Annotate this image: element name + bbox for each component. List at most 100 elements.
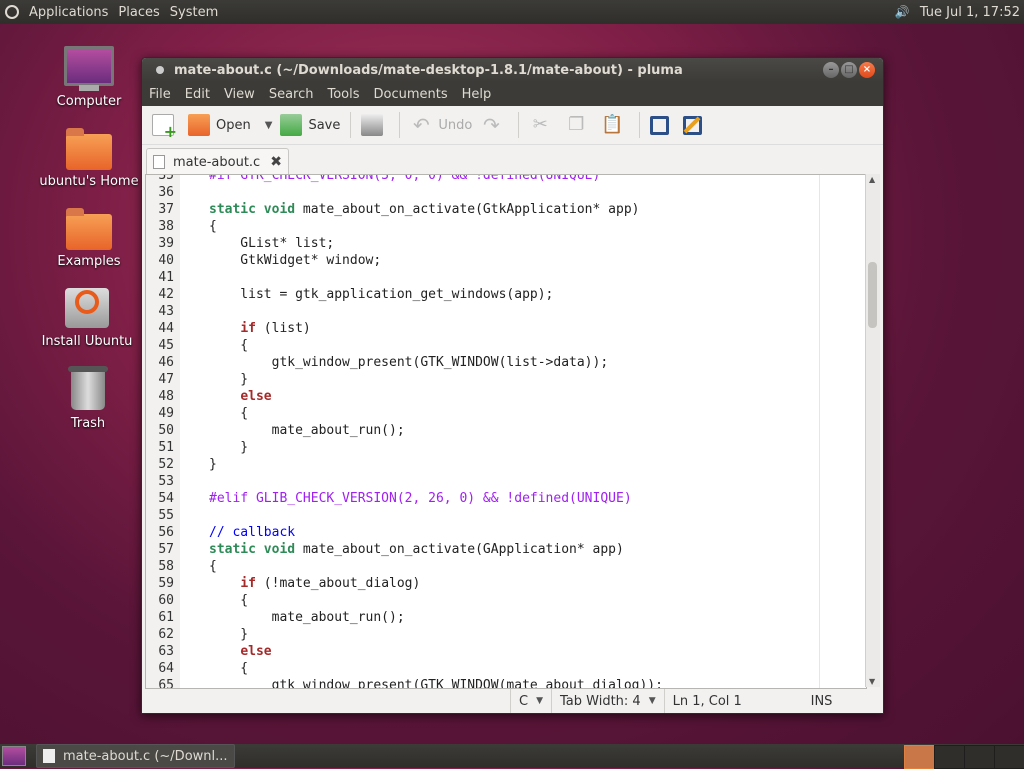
clock[interactable]: Tue Jul 1, 17:52: [920, 5, 1024, 20]
copy-button[interactable]: ❐: [561, 109, 597, 141]
code-line[interactable]: 40 GtkWidget* window;: [146, 252, 663, 269]
taskbar-item-pluma[interactable]: mate-about.c (~/Downl...: [36, 744, 235, 768]
find-button[interactable]: [646, 109, 679, 141]
line-text[interactable]: if (!mate_about_dialog): [174, 575, 420, 592]
redo-button[interactable]: ↷: [476, 109, 512, 141]
line-text[interactable]: #elif GLIB_CHECK_VERSION(2, 26, 0) && !d…: [174, 490, 632, 507]
code-line[interactable]: 60 {: [146, 592, 663, 609]
scroll-up-icon[interactable]: ▲: [869, 175, 875, 184]
line-text[interactable]: gtk_window_present(GTK_WINDOW(list->data…: [174, 354, 609, 371]
vertical-scrollbar[interactable]: ▲ ▼: [865, 174, 880, 687]
menu-places[interactable]: Places: [113, 5, 164, 20]
code-line[interactable]: 63 else: [146, 643, 663, 660]
code-line[interactable]: 43: [146, 303, 663, 320]
menu-system[interactable]: System: [165, 5, 223, 20]
line-text[interactable]: else: [174, 643, 271, 660]
volume-icon[interactable]: 🔊: [895, 5, 910, 19]
code-line[interactable]: 51 }: [146, 439, 663, 456]
line-text[interactable]: gtk_window_present(GTK_WINDOW(mate_about…: [174, 677, 663, 688]
code-line[interactable]: 54 #elif GLIB_CHECK_VERSION(2, 26, 0) && …: [146, 490, 663, 507]
code-line[interactable]: 37 static void mate_about_on_activate(Gtk…: [146, 201, 663, 218]
cut-button[interactable]: ✂: [525, 109, 561, 141]
code-line[interactable]: 56// callback: [146, 524, 663, 541]
window-menu-icon[interactable]: [156, 66, 164, 74]
maximize-button[interactable]: □: [841, 62, 857, 78]
code-line[interactable]: 46 gtk_window_present(GTK_WINDOW(list->d…: [146, 354, 663, 371]
code-text[interactable]: 35 #if GTK_CHECK_VERSION(3, 0, 0) && !def…: [146, 175, 663, 688]
code-line[interactable]: 42 list = gtk_application_get_windows(ap…: [146, 286, 663, 303]
close-button[interactable]: ×: [859, 62, 875, 78]
paste-button[interactable]: 📋: [597, 109, 633, 141]
line-text[interactable]: [174, 269, 209, 286]
line-text[interactable]: mate_about_run();: [174, 422, 405, 439]
line-text[interactable]: }: [174, 371, 248, 388]
desktop-icon-home[interactable]: ubuntu's Home: [39, 128, 139, 189]
code-editor[interactable]: 35 #if GTK_CHECK_VERSION(3, 0, 0) && !def…: [145, 174, 867, 689]
code-line[interactable]: 65 gtk_window_present(GTK_WINDOW(mate_ab…: [146, 677, 663, 688]
workspace-1[interactable]: [904, 745, 937, 769]
line-text[interactable]: }: [174, 456, 217, 473]
show-desktop-button[interactable]: [2, 746, 26, 766]
tab-mate-about-c[interactable]: mate-about.c ✖: [146, 148, 289, 175]
code-line[interactable]: 49 {: [146, 405, 663, 422]
line-text[interactable]: {: [174, 660, 248, 677]
code-line[interactable]: 44 if (list): [146, 320, 663, 337]
open-button[interactable]: Open: [184, 109, 255, 141]
code-line[interactable]: 57 static void mate_about_on_activate(GAp…: [146, 541, 663, 558]
workspace-3[interactable]: [964, 745, 997, 769]
scroll-down-icon[interactable]: ▼: [869, 677, 875, 686]
desktop-icon-computer[interactable]: Computer: [39, 46, 139, 109]
line-text[interactable]: GtkWidget* window;: [174, 252, 381, 269]
menu-file[interactable]: File: [142, 87, 178, 102]
line-text[interactable]: if (list): [174, 320, 310, 337]
tab-width-selector[interactable]: Tab Width: 4 ▼: [551, 689, 664, 713]
line-text[interactable]: {: [174, 592, 248, 609]
workspace-2[interactable]: [934, 745, 967, 769]
code-line[interactable]: 38{: [146, 218, 663, 235]
menu-documents[interactable]: Documents: [367, 87, 455, 102]
line-text[interactable]: [174, 184, 209, 201]
line-text[interactable]: GList* list;: [174, 235, 334, 252]
line-text[interactable]: mate_about_run();: [174, 609, 405, 626]
desktop-icon-install-ubuntu[interactable]: Install Ubuntu: [37, 288, 137, 349]
line-text[interactable]: [174, 507, 209, 524]
line-text[interactable]: {: [174, 337, 248, 354]
line-text[interactable]: [174, 473, 209, 490]
undo-button[interactable]: ↶ Undo: [406, 109, 476, 141]
line-text[interactable]: {: [174, 405, 248, 422]
code-line[interactable]: 61 mate_about_run();: [146, 609, 663, 626]
desktop-icon-examples[interactable]: Examples: [39, 208, 139, 269]
code-line[interactable]: 59 if (!mate_about_dialog): [146, 575, 663, 592]
ubuntu-logo-icon[interactable]: [0, 0, 24, 24]
window-titlebar[interactable]: mate-about.c (~/Downloads/mate-desktop-1…: [142, 58, 883, 82]
line-text[interactable]: [174, 303, 209, 320]
line-text[interactable]: static void mate_about_on_activate(GtkAp…: [174, 201, 639, 218]
line-text[interactable]: static void mate_about_on_activate(GAppl…: [174, 541, 624, 558]
line-text[interactable]: #if GTK_CHECK_VERSION(3, 0, 0) && !defin…: [174, 175, 600, 184]
code-line[interactable]: 55: [146, 507, 663, 524]
open-recent-dropdown[interactable]: ▼: [255, 109, 277, 141]
menu-help[interactable]: Help: [455, 87, 499, 102]
menu-view[interactable]: View: [217, 87, 262, 102]
code-line[interactable]: 50 mate_about_run();: [146, 422, 663, 439]
menu-applications[interactable]: Applications: [24, 5, 113, 20]
new-button[interactable]: [148, 109, 184, 141]
code-line[interactable]: 35 #if GTK_CHECK_VERSION(3, 0, 0) && !def…: [146, 175, 663, 184]
code-line[interactable]: 53: [146, 473, 663, 490]
save-button[interactable]: Save: [276, 109, 344, 141]
code-line[interactable]: 36: [146, 184, 663, 201]
code-line[interactable]: 47 }: [146, 371, 663, 388]
language-selector[interactable]: C ▼: [510, 689, 551, 713]
menu-tools[interactable]: Tools: [320, 87, 366, 102]
line-text[interactable]: }: [174, 439, 248, 456]
scrollbar-thumb[interactable]: [868, 262, 877, 328]
code-line[interactable]: 58{: [146, 558, 663, 575]
replace-button[interactable]: [679, 109, 712, 141]
minimize-button[interactable]: –: [823, 62, 839, 78]
code-line[interactable]: 48 else: [146, 388, 663, 405]
code-line[interactable]: 52}: [146, 456, 663, 473]
line-text[interactable]: }: [174, 626, 248, 643]
code-line[interactable]: 41: [146, 269, 663, 286]
line-text[interactable]: list = gtk_application_get_windows(app);: [174, 286, 553, 303]
code-line[interactable]: 64 {: [146, 660, 663, 677]
